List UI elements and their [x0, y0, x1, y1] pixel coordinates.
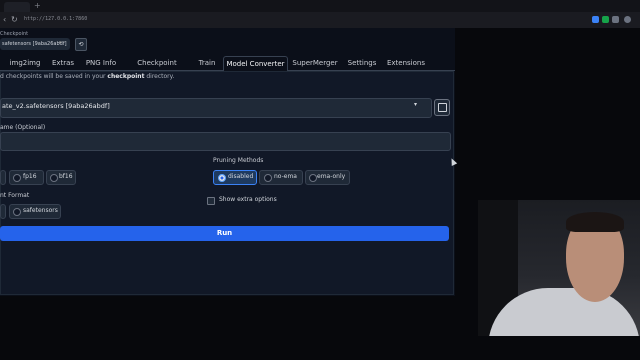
- custom-name-input[interactable]: [0, 132, 451, 151]
- precision-label: bf16: [59, 173, 73, 180]
- precision-label: fp16: [23, 173, 37, 180]
- checkpoint-value: safetensors [9aba26abdf]: [2, 41, 67, 47]
- pruning-methods-label: Pruning Methods: [213, 157, 264, 164]
- browser-tab-bar: +: [0, 0, 640, 12]
- show-extra-options-label: Show extra options: [219, 196, 277, 203]
- format-option-label: safetensors: [23, 207, 58, 214]
- format-label: nt Format: [0, 192, 30, 199]
- tab-extras[interactable]: Extras: [48, 56, 78, 70]
- checkpoint-label: Checkpoint: [0, 31, 29, 37]
- tab-extensions[interactable]: Extensions: [385, 56, 427, 70]
- pruning-option-label: disabled: [228, 173, 254, 180]
- radio-button[interactable]: [50, 174, 58, 182]
- extension-icon[interactable]: [592, 16, 599, 23]
- refresh-models-button[interactable]: [434, 99, 450, 116]
- back-icon[interactable]: ‹: [3, 13, 6, 27]
- radio-button[interactable]: [264, 174, 272, 182]
- pruning-option-label: no-ema: [274, 173, 297, 180]
- info-text: d checkpoints will be saved in your chec…: [0, 73, 175, 80]
- chevron-down-icon: ▾: [59, 40, 62, 46]
- extension-icon[interactable]: [612, 16, 619, 23]
- address-bar[interactable]: http://127.0.0.1:7860: [24, 16, 87, 22]
- tab-supermerger[interactable]: SuperMerger: [291, 56, 339, 70]
- show-extra-options-checkbox[interactable]: [207, 197, 215, 205]
- radio-button[interactable]: [13, 174, 21, 182]
- refresh-icon: [438, 103, 447, 112]
- reload-icon[interactable]: ↻: [11, 13, 18, 27]
- run-button[interactable]: Run: [0, 226, 449, 241]
- tab-settings[interactable]: Settings: [345, 56, 379, 70]
- chevron-down-icon: ▾: [414, 101, 418, 108]
- extension-icon[interactable]: [602, 16, 609, 23]
- presenter-hair: [566, 212, 624, 232]
- tab-checkpoint-merger[interactable]: Checkpoint Merger: [124, 56, 190, 81]
- profile-icon[interactable]: [624, 16, 631, 23]
- radio-button[interactable]: [309, 174, 317, 182]
- tab-png-info[interactable]: PNG Info: [82, 56, 120, 70]
- tab-model-converter[interactable]: Model Converter: [223, 56, 288, 72]
- webcam-overlay: [478, 200, 640, 336]
- custom-name-label: ame (Optional): [0, 124, 46, 131]
- browser-toolbar: [0, 12, 640, 28]
- precision-option-partial[interactable]: [0, 170, 6, 185]
- tab-train[interactable]: Train: [194, 56, 220, 70]
- new-tab-button[interactable]: +: [34, 1, 41, 11]
- pruning-option-label: ema-only: [317, 173, 346, 180]
- radio-button-selected[interactable]: [218, 174, 226, 182]
- browser-tab[interactable]: [4, 2, 30, 12]
- refresh-checkpoint-button[interactable]: ⟲: [75, 38, 87, 51]
- tab-img2img[interactable]: img2img: [6, 56, 44, 70]
- format-option-partial[interactable]: [0, 204, 6, 219]
- radio-button[interactable]: [13, 208, 21, 216]
- model-value: ate_v2.safetensors [9aba26abdf]: [2, 102, 110, 110]
